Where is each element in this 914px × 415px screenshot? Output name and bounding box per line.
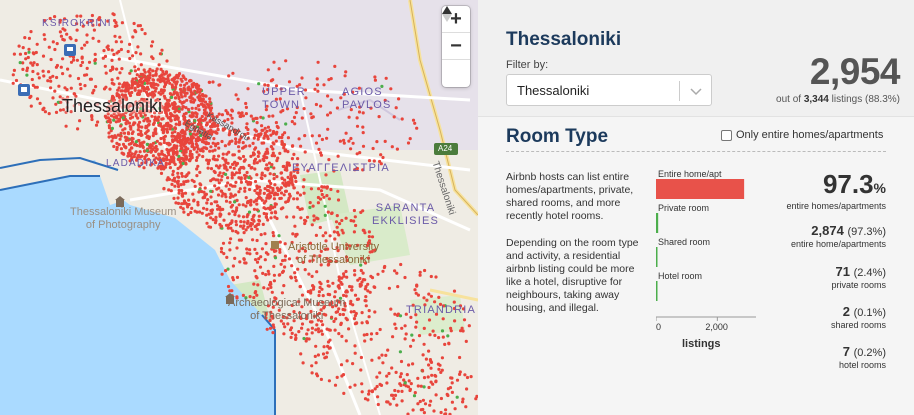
filter-select-value: Thessaloniki xyxy=(517,83,590,98)
category-label: Hotel room xyxy=(658,271,702,281)
panel-header: Thessaloniki Filter by: Thessaloniki 2,9… xyxy=(478,0,914,116)
bar-entire-home-apt xyxy=(656,179,745,199)
stat-main-value: 97.3 xyxy=(822,169,874,199)
stat-entire: 2,874 (97.3%) entire home/apartments xyxy=(790,223,886,249)
map-label-arch-museum: Archaeological Museum of Thessaloniki xyxy=(228,297,346,322)
chevron-down-icon[interactable] xyxy=(685,81,707,101)
category-label: Shared room xyxy=(658,237,710,247)
stat-private: 71 (2.4%) private rooms xyxy=(831,264,886,290)
room-type-title: Room Type xyxy=(506,126,609,147)
only-entire-homes-checkbox[interactable]: Only entire homes/apartments xyxy=(721,129,883,141)
map-label-agios-pavlos: AGIOS PAVLOS xyxy=(342,86,392,111)
stat-main-percent: % xyxy=(873,180,886,196)
bar-shared-room xyxy=(656,247,658,267)
map-label-triandria: TRIANDRIA xyxy=(406,304,477,316)
category-label: Private room xyxy=(658,203,709,213)
only-entire-homes-label: Only entire homes/apartments xyxy=(736,129,884,141)
stat-hotel: 7 (0.2%) hotel rooms xyxy=(838,344,886,370)
train-station-icon xyxy=(18,84,30,96)
map-label-evangelistria: ΕΥΑΓΓΕΛΙΣΤΡΙΑ xyxy=(292,162,390,174)
road-label-a24: A24 xyxy=(438,144,453,153)
university-icon xyxy=(271,241,279,249)
x-axis-label: listings xyxy=(682,338,721,350)
zoom-control: + − xyxy=(442,6,470,87)
map[interactable]: KSIROKRINI Thessaloniki UPPER TOWN AGIOS… xyxy=(0,0,478,415)
map-label-ladadika: LADADIKA xyxy=(106,158,166,169)
city-title: Thessaloniki xyxy=(506,29,622,50)
map-label-upper-town: UPPER TOWN xyxy=(262,86,306,111)
stat-main-label: entire homes/apartments xyxy=(786,201,886,211)
compass-icon xyxy=(442,6,452,22)
x-tick-label: 2,000 xyxy=(705,322,728,332)
checkbox-box[interactable] xyxy=(721,129,732,141)
compass-reset-button[interactable] xyxy=(442,6,470,87)
select-separator xyxy=(679,81,680,101)
bar-hotel-room xyxy=(656,281,658,301)
filter-label: Filter by: xyxy=(506,59,549,71)
map-label-ksirokrini: KSIROKRINI xyxy=(42,18,112,29)
x-tick-label: 0 xyxy=(656,322,661,332)
bar-private-room xyxy=(656,213,659,233)
map-label-city: Thessaloniki xyxy=(62,96,163,116)
stats-panel: Thessaloniki Filter by: Thessaloniki 2,9… xyxy=(478,0,914,415)
listing-count-subtitle: out of 3,344 listings (88.3%) xyxy=(776,94,900,105)
room-type-description: Airbnb hosts can list entire homes/apart… xyxy=(506,171,634,222)
room-type-description-2: Depending on the room type and activity,… xyxy=(506,237,639,314)
room-type-chart: Entire home/apt Private room Shared room Ho… xyxy=(656,169,756,350)
map-label-university: Aristotle University of Thessaloniki xyxy=(288,241,380,266)
room-type-section: Room Type Only entire homes/apartments A… xyxy=(478,116,914,415)
zoom-out-button[interactable]: − xyxy=(442,33,470,60)
section-divider xyxy=(506,151,886,152)
stat-shared: 2 (0.1%) shared rooms xyxy=(830,304,886,330)
bus-station-icon xyxy=(64,44,76,56)
stat-main: 97.3% entire homes/apartments xyxy=(786,169,886,211)
filter-select[interactable]: Thessaloniki xyxy=(506,74,712,106)
map-label-photo-museum: Thessaloniki Museum of Photography xyxy=(70,206,177,231)
listing-count: 2,954 xyxy=(809,51,901,92)
category-label: Entire home/apt xyxy=(658,169,722,179)
map-label-saranta-ekklisies: SARANTA EKKLISIES xyxy=(372,202,440,227)
